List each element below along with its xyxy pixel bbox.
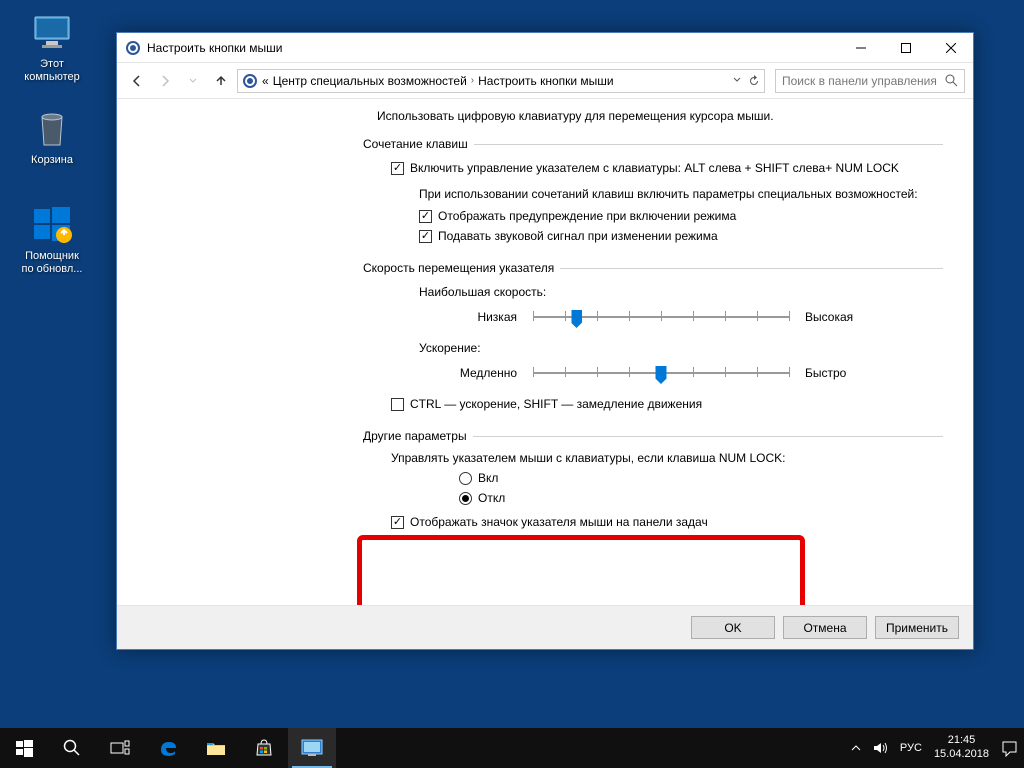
minimize-button[interactable] bbox=[838, 33, 883, 62]
cancel-button[interactable]: Отмена bbox=[783, 616, 867, 639]
edge-button[interactable] bbox=[144, 728, 192, 768]
apply-button[interactable]: Применить bbox=[875, 616, 959, 639]
taskbar: РУС 21:45 15.04.2018 bbox=[0, 728, 1024, 768]
search-task-button[interactable] bbox=[48, 728, 96, 768]
language-indicator[interactable]: РУС bbox=[900, 742, 922, 754]
checkbox-icon bbox=[391, 398, 404, 411]
checkbox-show-taskbar-icon[interactable]: Отображать значок указателя мыши на пане… bbox=[391, 515, 943, 529]
maximize-button[interactable] bbox=[883, 33, 928, 62]
ease-of-access-icon bbox=[242, 73, 258, 89]
content-area: Использовать цифровую клавиатуру для пер… bbox=[117, 99, 973, 605]
shortcut-note: При использовании сочетаний клавиш включ… bbox=[419, 187, 943, 201]
clock[interactable]: 21:45 15.04.2018 bbox=[934, 734, 989, 762]
radio-label: Вкл bbox=[478, 471, 498, 485]
date-text: 15.04.2018 bbox=[934, 748, 989, 762]
desktop-icon-label: Этот компьютер bbox=[14, 58, 90, 84]
address-bar[interactable]: « Центр специальных возможностей › Настр… bbox=[237, 69, 765, 93]
chevron-right-icon[interactable]: › bbox=[471, 75, 474, 86]
checkbox-label: Подавать звуковой сигнал при изменении р… bbox=[438, 229, 718, 243]
desktop-icon-recycle-bin[interactable]: Корзина bbox=[14, 108, 90, 167]
titlebar: Настроить кнопки мыши bbox=[117, 33, 973, 63]
checkbox-ctrl-shift[interactable]: CTRL — ускорение, SHIFT — замедление дви… bbox=[391, 397, 943, 411]
annotation-box bbox=[357, 535, 805, 605]
radio-label: Откл bbox=[478, 491, 505, 505]
top-speed-label: Наибольшая скорость: bbox=[419, 285, 943, 299]
numlock-note: Управлять указателем мыши с клавиатуры, … bbox=[391, 451, 943, 465]
checkbox-icon bbox=[391, 162, 404, 175]
search-input[interactable]: Поиск в панели управления bbox=[775, 69, 965, 93]
slider-fast-label: Быстро bbox=[805, 366, 875, 380]
close-button[interactable] bbox=[928, 33, 973, 62]
slider-thumb[interactable] bbox=[571, 310, 582, 328]
checkbox-icon bbox=[391, 516, 404, 529]
refresh-icon[interactable] bbox=[748, 75, 760, 87]
accel-slider-row: Медленно Быстро bbox=[447, 363, 943, 383]
trash-icon bbox=[31, 108, 73, 150]
checkbox-icon bbox=[419, 210, 432, 223]
search-placeholder: Поиск в панели управления bbox=[782, 74, 937, 88]
accel-slider[interactable] bbox=[533, 363, 789, 383]
store-button[interactable] bbox=[240, 728, 288, 768]
action-center-icon[interactable] bbox=[1001, 740, 1018, 757]
time-text: 21:45 bbox=[934, 734, 989, 748]
volume-icon[interactable] bbox=[873, 741, 888, 755]
file-explorer-button[interactable] bbox=[192, 728, 240, 768]
desktop-icon-this-pc[interactable]: Этот компьютер bbox=[14, 12, 90, 84]
slider-low-label: Низкая bbox=[447, 310, 517, 324]
breadcrumb-level2[interactable]: Настроить кнопки мыши bbox=[478, 74, 614, 88]
checkbox-label: Включить управление указателем с клавиат… bbox=[410, 161, 899, 175]
search-icon bbox=[945, 74, 958, 87]
nav-row: « Центр специальных возможностей › Настр… bbox=[117, 63, 973, 99]
desktop-icon-update-assistant[interactable]: Помощник по обновл... bbox=[14, 204, 90, 276]
tray-chevron-up-icon[interactable] bbox=[851, 743, 861, 753]
desktop-icon-label: Корзина bbox=[14, 154, 90, 167]
slider-high-label: Высокая bbox=[805, 310, 875, 324]
ease-of-access-icon bbox=[125, 40, 141, 56]
radio-icon bbox=[459, 472, 472, 485]
checkbox-icon bbox=[419, 230, 432, 243]
windows-update-icon bbox=[31, 204, 73, 246]
accel-label: Ускорение: bbox=[419, 341, 943, 355]
ok-button[interactable]: OK bbox=[691, 616, 775, 639]
back-button[interactable] bbox=[125, 69, 149, 93]
footer: OK Отмена Применить bbox=[117, 605, 973, 649]
address-dropdown-icon[interactable] bbox=[732, 75, 742, 87]
task-view-button[interactable] bbox=[96, 728, 144, 768]
system-tray: РУС 21:45 15.04.2018 bbox=[851, 734, 1024, 762]
checkbox-label: Отображать предупреждение при включении … bbox=[438, 209, 736, 223]
radio-numlock-off[interactable]: Откл bbox=[459, 491, 943, 505]
breadcrumb-prefix: « bbox=[262, 74, 269, 88]
slider-slow-label: Медленно bbox=[447, 366, 517, 380]
radio-numlock-on[interactable]: Вкл bbox=[459, 471, 943, 485]
window-title: Настроить кнопки мыши bbox=[147, 41, 838, 55]
group-other-header: Другие параметры bbox=[363, 429, 943, 443]
checkbox-play-sound[interactable]: Подавать звуковой сигнал при изменении р… bbox=[419, 229, 943, 243]
top-speed-slider-row: Низкая Высокая bbox=[447, 307, 943, 327]
recent-dropdown[interactable] bbox=[181, 69, 205, 93]
checkbox-show-warning[interactable]: Отображать предупреждение при включении … bbox=[419, 209, 943, 223]
group-speed-header: Скорость перемещения указателя bbox=[363, 261, 943, 275]
checkbox-enable-pointer[interactable]: Включить управление указателем с клавиат… bbox=[391, 161, 943, 175]
breadcrumb-level1[interactable]: Центр специальных возможностей bbox=[273, 74, 467, 88]
control-panel-window: Настроить кнопки мыши « Центр специальны… bbox=[116, 32, 974, 650]
control-panel-task-button[interactable] bbox=[288, 728, 336, 768]
top-speed-slider[interactable] bbox=[533, 307, 789, 327]
checkbox-label: Отображать значок указателя мыши на пане… bbox=[410, 515, 708, 529]
group-shortcut-header: Сочетание клавиш bbox=[363, 137, 943, 151]
start-button[interactable] bbox=[0, 728, 48, 768]
monitor-icon bbox=[31, 12, 73, 54]
checkbox-label: CTRL — ускорение, SHIFT — замедление дви… bbox=[410, 397, 702, 411]
description-text: Использовать цифровую клавиатуру для пер… bbox=[377, 109, 943, 123]
slider-thumb[interactable] bbox=[656, 366, 667, 384]
up-button[interactable] bbox=[209, 69, 233, 93]
radio-icon bbox=[459, 492, 472, 505]
desktop-icon-label: Помощник по обновл... bbox=[14, 250, 90, 276]
forward-button[interactable] bbox=[153, 69, 177, 93]
